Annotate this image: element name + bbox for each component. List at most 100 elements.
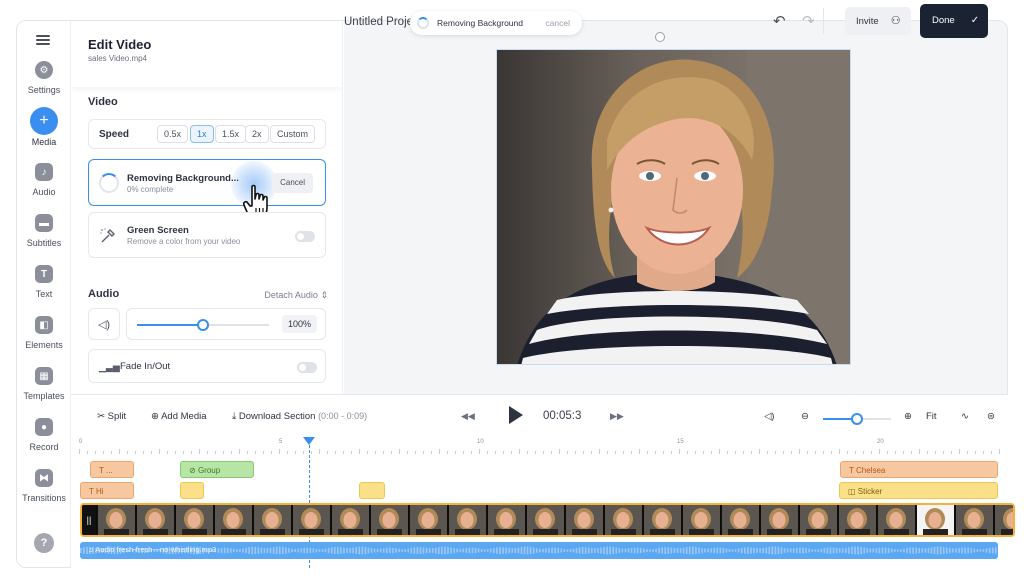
- group-clip[interactable]: ⊘ Group: [180, 461, 254, 478]
- waveform-bar: [796, 547, 798, 554]
- download-section-button[interactable]: ⤓ Download Section (0:00 - 0:09): [232, 411, 367, 422]
- add-media-button[interactable]: ⊕ Add Media: [151, 411, 207, 422]
- waveform-bar: [83, 547, 85, 554]
- waveform-bar: [955, 548, 957, 553]
- waveform-bar: [939, 546, 942, 555]
- rotate-handle[interactable]: [655, 32, 665, 42]
- project-title[interactable]: Untitled Proje: [344, 16, 413, 28]
- volume-icon[interactable]: ◁): [88, 308, 120, 340]
- rail-item-transitions[interactable]: ⧓ Transitions: [17, 469, 71, 503]
- waveform-bar: [652, 549, 654, 552]
- ruler-tick: [223, 451, 224, 454]
- waveform-bar: [465, 548, 468, 553]
- ruler-tick: [927, 451, 928, 454]
- zoom-in-icon[interactable]: ⊕: [904, 411, 912, 422]
- waveform-icon[interactable]: ∿: [961, 411, 969, 422]
- green-screen-toggle[interactable]: [295, 231, 315, 242]
- music-note-icon: ♫: [88, 545, 94, 554]
- zoom-slider[interactable]: [823, 413, 891, 425]
- rail-item-templates[interactable]: ▦ Templates: [17, 367, 71, 401]
- fade-toggle[interactable]: [297, 362, 317, 373]
- text-clip[interactable]: T ...: [90, 461, 134, 478]
- ruler-tick: [991, 451, 992, 454]
- speed-option-1-5x[interactable]: 1.5x: [215, 125, 247, 143]
- waveform-bar: [915, 547, 917, 554]
- waveform-bar: [618, 548, 621, 553]
- video-thumbnail: [878, 505, 915, 535]
- waveform-bar: [838, 548, 841, 553]
- remove-background-title: Removing Background...: [127, 173, 239, 184]
- fit-button[interactable]: Fit: [926, 411, 937, 422]
- split-button[interactable]: ✂ Split: [97, 411, 126, 422]
- speed-option-0-5x[interactable]: 0.5x: [157, 125, 189, 143]
- text-clip-hi[interactable]: T Hi: [80, 482, 134, 499]
- rail-item-text[interactable]: T Text: [17, 265, 71, 299]
- volume-slider-knob[interactable]: [197, 319, 209, 331]
- element-clip[interactable]: [359, 482, 385, 499]
- zoom-slider-knob[interactable]: [851, 413, 863, 425]
- waveform-bar: [701, 548, 703, 553]
- toast-cancel-link[interactable]: cancel: [545, 18, 570, 28]
- cancel-remove-background-button[interactable]: Cancel: [272, 173, 313, 193]
- speed-option-2x[interactable]: 2x: [245, 125, 269, 143]
- video-preview-image[interactable]: [496, 49, 851, 365]
- speaker-icon[interactable]: ◁): [764, 411, 774, 422]
- audio-track[interactable]: ♫ Audio fresh-fresh---no-whistling.mp3: [80, 542, 998, 559]
- ruler-tick: [287, 451, 288, 454]
- waveform-bar: [734, 549, 737, 552]
- video-thumbnail: [566, 505, 603, 535]
- help-icon[interactable]: ?: [34, 533, 54, 553]
- waveform-bar: [413, 547, 416, 554]
- waveform-bar: [389, 547, 391, 554]
- zoom-out-icon[interactable]: ⊖: [801, 411, 809, 422]
- timeline-ruler[interactable]: 0 5 10 15 20: [79, 439, 1000, 454]
- speed-option-custom[interactable]: Custom: [270, 125, 316, 143]
- detach-audio-button[interactable]: Detach Audio ⇕: [264, 290, 328, 301]
- waveform-bar: [612, 546, 615, 555]
- waveform-bar: [508, 547, 510, 554]
- rail-item-elements[interactable]: ◧ Elements: [17, 316, 71, 350]
- rewind-icon[interactable]: ◀◀: [461, 411, 475, 422]
- video-thumbnail: [176, 505, 213, 535]
- waveform-bar: [502, 547, 504, 554]
- ruler-tick: [231, 451, 232, 454]
- redo-icon[interactable]: ↷: [802, 12, 815, 30]
- remove-background-progress: 0% complete: [127, 185, 174, 194]
- ruler-tick: [191, 451, 192, 454]
- waveform-bar: [584, 547, 587, 554]
- rail-item-subtitles[interactable]: ▬ Subtitles: [17, 214, 71, 248]
- rail-item-audio[interactable]: ♪ Audio: [17, 163, 71, 197]
- add-person-icon: ⚇: [890, 15, 901, 27]
- undo-icon[interactable]: ↶: [773, 12, 786, 30]
- volume-slider[interactable]: [137, 319, 269, 331]
- ruler-tick: [615, 451, 616, 454]
- play-icon[interactable]: [509, 406, 523, 424]
- comment-icon[interactable]: ⊜: [987, 411, 995, 422]
- waveform-bar: [679, 548, 682, 553]
- sticker-clip[interactable]: ◫ Sticker: [839, 482, 998, 499]
- waveform-bar: [486, 549, 489, 552]
- element-clip[interactable]: [180, 482, 204, 499]
- ruler-tick: [367, 451, 368, 454]
- ruler-tick: [623, 451, 624, 454]
- rail-item-media[interactable]: + Media: [17, 107, 71, 147]
- waveform-bar: [281, 546, 284, 555]
- text-clip-chelsea[interactable]: T Chelsea: [840, 461, 998, 478]
- speed-option-1x[interactable]: 1x: [190, 125, 214, 143]
- video-thumbnail: [488, 505, 525, 535]
- invite-button[interactable]: Invite ⚇: [845, 7, 911, 35]
- ruler-tick: [511, 451, 512, 454]
- green-screen-card[interactable]: Green Screen Remove a color from your vi…: [88, 212, 326, 258]
- rail-item-settings[interactable]: ⚙ Settings: [17, 61, 71, 95]
- ruler-tick: [703, 451, 704, 454]
- video-track[interactable]: ||: [80, 503, 1015, 537]
- ruler-tick: [319, 449, 320, 454]
- video-track-handle[interactable]: ||: [82, 505, 96, 535]
- waveform-bar: [581, 547, 584, 554]
- toast-spinner-icon: [417, 17, 429, 29]
- ruler-tick: [199, 449, 200, 454]
- rail-item-record[interactable]: ● Record: [17, 418, 71, 452]
- done-button[interactable]: Done ✓: [920, 4, 988, 38]
- menu-icon[interactable]: [36, 33, 50, 47]
- fast-forward-icon[interactable]: ▶▶: [610, 411, 624, 422]
